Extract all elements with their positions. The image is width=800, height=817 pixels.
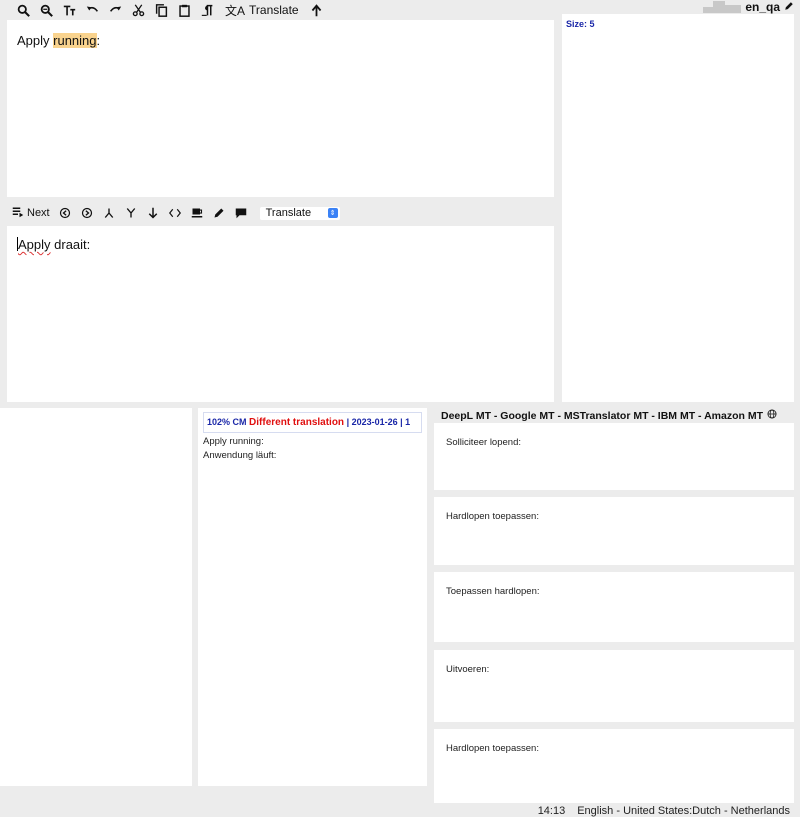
globe-icon[interactable] <box>767 409 777 422</box>
paste-icon[interactable] <box>175 1 194 20</box>
next-segment-icon[interactable] <box>78 204 96 222</box>
tags-icon[interactable] <box>166 204 184 222</box>
tm-match-target: Anwendung läuft: <box>203 450 277 461</box>
source-text-before: Apply <box>17 33 54 48</box>
mt-suggestion-text: Hardlopen toepassen: <box>446 511 539 522</box>
source-highlight-term[interactable]: running <box>53 33 97 48</box>
font-size-icon[interactable] <box>60 1 79 20</box>
source-text-after: : <box>96 33 101 48</box>
bottom-left-panel <box>0 408 192 786</box>
user-area[interactable]: en_qa <box>703 0 794 14</box>
next-button[interactable]: Next <box>12 206 50 221</box>
mt-suggestion-2[interactable]: Hardlopen toepassen: <box>434 497 794 565</box>
cut-icon[interactable] <box>129 1 148 20</box>
pencil-icon[interactable] <box>210 204 228 222</box>
next-label: Next <box>27 207 50 219</box>
translate-label: Translate <box>249 3 299 17</box>
side-panel: Size: 5 <box>562 14 794 402</box>
mt-panel-title: DeepL MT - Google MT - MSTranslator MT -… <box>441 409 797 422</box>
target-text-panel[interactable]: Apply draait: <box>7 226 554 402</box>
target-text-rest: draait: <box>50 237 91 252</box>
zoom-in-icon[interactable] <box>14 1 33 20</box>
mt-suggestion-1[interactable]: Solliciteer lopend: <box>434 423 794 490</box>
mt-suggestion-text: Toepassen hardlopen: <box>446 586 540 597</box>
copy-icon[interactable] <box>152 1 171 20</box>
chevron-updown-icon: ⇕ <box>327 208 338 218</box>
arrow-down-icon[interactable] <box>144 204 162 222</box>
redo-icon[interactable] <box>106 1 125 20</box>
target-toolbar: Next Translate ⇕ <box>7 204 340 222</box>
split-icon[interactable] <box>122 204 140 222</box>
status-time: 14:13 <box>537 805 566 817</box>
main-toolbar: 文A Translate <box>0 0 560 20</box>
coffee-icon[interactable] <box>188 204 206 222</box>
translate-select-value: Translate <box>265 207 312 219</box>
translate-select[interactable]: Translate ⇕ <box>259 206 340 220</box>
tm-match-header[interactable]: 102% CM Different translation | 2023-01-… <box>203 412 422 433</box>
translate-icon: 文A <box>225 3 246 18</box>
paragraph-icon[interactable] <box>198 1 217 20</box>
mt-suggestion-text: Hardlopen toepassen: <box>446 743 539 754</box>
merge-icon[interactable] <box>100 204 118 222</box>
mt-suggestion-text: Solliciteer lopend: <box>446 437 521 448</box>
tm-match-panel: 102% CM Different translation | 2023-01-… <box>198 408 427 786</box>
mt-suggestion-text: Uitvoeren: <box>446 664 490 675</box>
mt-suggestion-4[interactable]: Uitvoeren: <box>434 650 794 722</box>
avatar <box>703 1 742 13</box>
tm-match-source: Apply running: <box>203 436 264 447</box>
source-text-panel: Apply running: <box>7 20 554 197</box>
size-label: Size: 5 <box>566 19 595 29</box>
user-name: en_qa <box>745 0 780 14</box>
mt-suggestion-3[interactable]: Toepassen hardlopen: <box>434 572 794 642</box>
target-misspelled-word[interactable]: Apply <box>18 237 51 252</box>
status-bar: 14:13 English - United States:Dutch - Ne… <box>538 805 790 817</box>
status-languages: English - United States:Dutch - Netherla… <box>577 805 790 817</box>
zoom-out-icon[interactable] <box>37 1 56 20</box>
edit-user-icon[interactable] <box>784 0 794 14</box>
upload-icon[interactable] <box>307 1 326 20</box>
comment-icon[interactable] <box>232 204 250 222</box>
mt-engines-label: DeepL MT - Google MT - MSTranslator MT -… <box>441 409 763 422</box>
translate-button[interactable]: 文A Translate <box>225 2 299 19</box>
undo-icon[interactable] <box>83 1 102 20</box>
tm-match-date: | 2023-01-26 | 1 <box>346 417 411 427</box>
previous-segment-icon[interactable] <box>56 204 74 222</box>
tm-match-score: 102% CM <box>207 417 247 427</box>
mt-suggestion-5[interactable]: Hardlopen toepassen: <box>434 729 794 803</box>
next-icon <box>12 206 24 221</box>
tm-match-status: Different translation <box>249 417 345 428</box>
